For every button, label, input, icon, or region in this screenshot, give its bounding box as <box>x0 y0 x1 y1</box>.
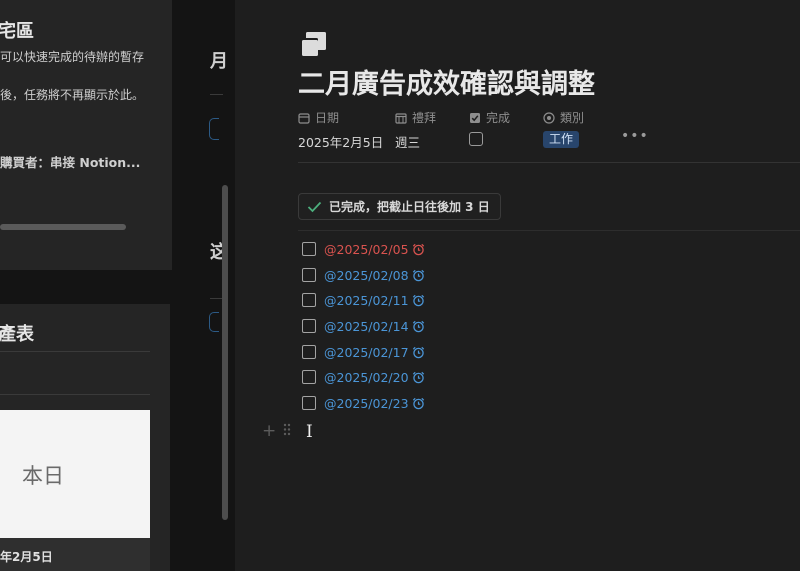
inbox-item[interactable]: 購買者：串接 Notion... <box>0 152 140 171</box>
todo-item[interactable]: @2025/02/20 <box>302 368 425 386</box>
horizontal-scrollbar[interactable] <box>0 224 126 230</box>
property-category-tag[interactable]: 工作 <box>543 131 580 148</box>
calendar-day-label: 本日 <box>22 464 64 488</box>
todo-checkbox[interactable] <box>302 293 316 307</box>
vertical-scrollbar[interactable] <box>222 185 228 520</box>
todo-item[interactable]: @2025/02/05 <box>302 240 425 258</box>
todo-date-mention[interactable]: @2025/02/11 <box>324 293 409 308</box>
checkmark-icon <box>307 201 322 212</box>
alarm-clock-icon <box>412 371 424 383</box>
todo-checkbox[interactable] <box>302 268 316 282</box>
calendar-icon <box>298 112 310 124</box>
property-done-label[interactable]: 完成 <box>469 109 510 126</box>
property-date-label[interactable]: 日期 <box>298 109 339 126</box>
calendar-section-title: 產表 <box>0 324 34 345</box>
todo-date-mention[interactable]: @2025/02/14 <box>324 319 409 334</box>
checkbox-icon <box>470 112 480 123</box>
column-fragment-button[interactable] <box>209 118 219 140</box>
alarm-clock-icon <box>412 294 424 306</box>
property-done-checkbox[interactable] <box>469 132 483 146</box>
property-label-text: 日期 <box>315 111 340 125</box>
text-cursor-icon: I <box>306 422 313 442</box>
todo-item[interactable]: @2025/02/14 <box>302 317 425 335</box>
callout-text: 已完成，把截止日往後加 3 日 <box>329 200 490 214</box>
property-date-value[interactable]: 2025年2月5日 <box>298 132 383 151</box>
todo-item[interactable]: @2025/02/11 <box>302 291 425 309</box>
todo-checkbox[interactable] <box>302 345 316 359</box>
alarm-clock-icon <box>412 346 424 358</box>
inbox-card-title: 宅區 <box>0 21 34 42</box>
column-fragment: 月 <box>210 51 228 72</box>
page-title[interactable]: 二月廣告成效確認與調整 <box>298 62 595 101</box>
alarm-clock-icon <box>412 397 424 409</box>
todo-item[interactable]: @2025/02/08 <box>302 266 425 284</box>
inbox-desc-line2: 後，任務將不再顯示於此。 <box>0 88 145 102</box>
more-properties-button[interactable]: ••• <box>621 128 649 144</box>
todo-date-mention[interactable]: @2025/02/23 <box>324 396 409 411</box>
divider <box>298 162 800 163</box>
column-fragment-button[interactable] <box>209 312 219 332</box>
alarm-clock-icon <box>412 269 424 281</box>
callout-block[interactable]: 已完成，把截止日往後加 3 日 <box>298 193 501 220</box>
inbox-desc-line1: 可以快速完成的待辦的暫存 <box>0 50 145 64</box>
week-icon <box>395 112 407 124</box>
todo-checkbox[interactable] <box>302 242 316 256</box>
property-label-text: 禮拜 <box>412 111 437 125</box>
calendar-card-date: 年2月5日 <box>0 550 53 564</box>
todo-date-mention[interactable]: @2025/02/17 <box>324 345 409 360</box>
inbox-card: 宅區 可以快速完成的待辦的暫存 後，任務將不再顯示於此。 購買者：串接 Noti… <box>0 0 172 270</box>
divider <box>0 351 150 352</box>
property-label-text: 完成 <box>486 111 511 125</box>
todo-date-mention[interactable]: @2025/02/05 <box>324 242 409 257</box>
add-block-button[interactable]: + <box>262 421 276 441</box>
copy-stack-icon[interactable] <box>300 32 326 56</box>
todo-checkbox[interactable] <box>302 370 316 384</box>
property-category-label[interactable]: 類別 <box>543 109 584 126</box>
todo-date-mention[interactable]: @2025/02/08 <box>324 268 409 283</box>
divider <box>0 394 150 395</box>
alarm-clock-icon <box>412 320 424 332</box>
drag-handle-icon[interactable] <box>283 423 291 436</box>
divider <box>298 230 800 231</box>
todo-checkbox[interactable] <box>302 319 316 333</box>
todo-item[interactable]: @2025/02/23 <box>302 394 425 412</box>
property-label-text: 類別 <box>560 111 585 125</box>
alarm-clock-icon <box>412 243 424 255</box>
divider <box>210 94 223 95</box>
select-icon <box>543 111 555 124</box>
todo-checkbox[interactable] <box>302 396 316 410</box>
todo-date-mention[interactable]: @2025/02/20 <box>324 370 409 385</box>
property-week-value[interactable]: 週三 <box>395 132 420 151</box>
todo-item[interactable]: @2025/02/17 <box>302 343 425 361</box>
property-week-label[interactable]: 禮拜 <box>395 109 436 126</box>
